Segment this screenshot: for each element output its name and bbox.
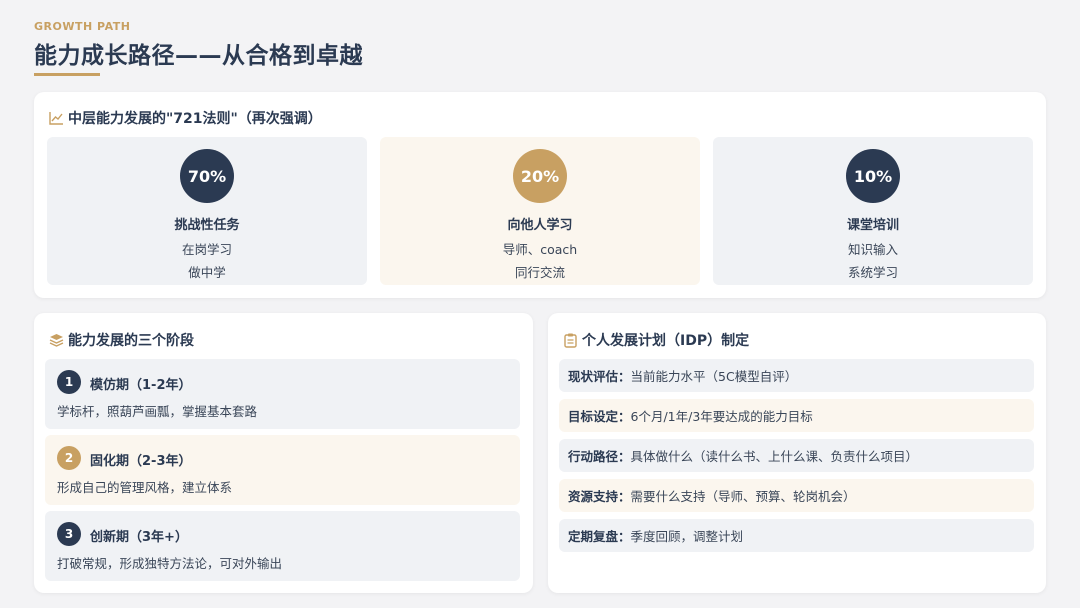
percent-badge: 10% [846, 149, 900, 203]
tile-title: 挑战性任务 [174, 218, 240, 233]
stages-heading: 能力发展的三个阶段 [68, 333, 194, 349]
idp-key: 目标设定： [568, 409, 631, 424]
idp-heading-row: 个人发展计划（IDP）制定 [562, 330, 749, 350]
stage-desc: 形成自己的管理风格，建立体系 [57, 480, 233, 495]
idp-row: 资源支持： 需要什么支持（导师、预算、轮岗机会） [559, 479, 1034, 512]
eyebrow-label: GROWTH PATH [34, 20, 131, 33]
tile-line: 做中学 [188, 265, 226, 280]
rule-721-heading-row: 中层能力发展的"721法则"（再次强调） [48, 108, 322, 128]
tile-line: 知识输入 [847, 242, 898, 257]
tile-line: 同行交流 [514, 265, 565, 280]
idp-value: 6个月/1年/3年要达成的能力目标 [630, 409, 813, 424]
percent-badge: 70% [180, 149, 234, 203]
idp-key: 行动路径： [568, 449, 631, 464]
idp-value: 当前能力水平（5C模型自评） [630, 369, 798, 384]
stage-desc: 学标杆，照葫芦画瓢，掌握基本套路 [57, 404, 258, 419]
idp-key: 资源支持： [568, 489, 631, 504]
stages-card: 能力发展的三个阶段 1 模仿期（1-2年） 学标杆，照葫芦画瓢，掌握基本套路 2… [34, 313, 533, 593]
stage-title: 创新期（3年+） [90, 530, 188, 545]
tile-70: 70% 挑战性任务 在岗学习 做中学 [47, 137, 367, 285]
stage-item: 3 创新期（3年+） 打破常规，形成独特方法论，可对外输出 [45, 511, 520, 581]
stage-title: 固化期（2-3年） [90, 454, 192, 469]
idp-heading: 个人发展计划（IDP）制定 [582, 333, 750, 349]
idp-card: 个人发展计划（IDP）制定 现状评估： 当前能力水平（5C模型自评） 目标设定：… [548, 313, 1046, 593]
rule-721-heading: 中层能力发展的"721法则"（再次强调） [68, 111, 322, 127]
stage-item: 2 固化期（2-3年） 形成自己的管理风格，建立体系 [45, 435, 520, 505]
idp-row: 目标设定： 6个月/1年/3年要达成的能力目标 [559, 399, 1034, 432]
rule-721-card: 中层能力发展的"721法则"（再次强调） 70% 挑战性任务 在岗学习 做中学 … [34, 92, 1046, 298]
tile-10: 10% 课堂培训 知识输入 系统学习 [713, 137, 1033, 285]
tile-line: 系统学习 [847, 265, 898, 280]
stage-number: 3 [57, 522, 81, 546]
tile-20: 20% 向他人学习 导师、coach 同行交流 [380, 137, 700, 285]
tile-title: 向他人学习 [507, 218, 573, 233]
idp-row: 现状评估： 当前能力水平（5C模型自评） [559, 359, 1034, 392]
clipboard-icon [562, 332, 578, 348]
idp-value: 季度回顾，调整计划 [630, 529, 744, 544]
stage-desc: 打破常规，形成独特方法论，可对外输出 [57, 556, 283, 571]
stage-number: 1 [57, 370, 81, 394]
stage-title: 模仿期（1-2年） [90, 378, 192, 393]
idp-row: 行动路径： 具体做什么（读什么书、上什么课、负责什么项目） [559, 439, 1034, 472]
tile-line: 在岗学习 [181, 242, 232, 257]
tile-title: 课堂培训 [846, 218, 899, 233]
idp-value: 具体做什么（读什么书、上什么课、负责什么项目） [630, 449, 919, 464]
line-chart-icon [48, 110, 64, 126]
idp-key: 定期复盘： [568, 529, 631, 544]
page-title: 能力成长路径——从合格到卓越 [34, 43, 363, 69]
stage-item: 1 模仿期（1-2年） 学标杆，照葫芦画瓢，掌握基本套路 [45, 359, 520, 429]
layers-icon [48, 332, 64, 348]
tile-line: 导师、coach [502, 242, 578, 257]
idp-row: 定期复盘： 季度回顾，调整计划 [559, 519, 1034, 552]
title-underline [34, 73, 100, 76]
stage-number: 2 [57, 446, 81, 470]
stages-heading-row: 能力发展的三个阶段 [48, 330, 194, 350]
idp-value: 需要什么支持（导师、预算、轮岗机会） [630, 489, 856, 504]
idp-key: 现状评估： [568, 369, 631, 384]
percent-badge: 20% [513, 149, 567, 203]
